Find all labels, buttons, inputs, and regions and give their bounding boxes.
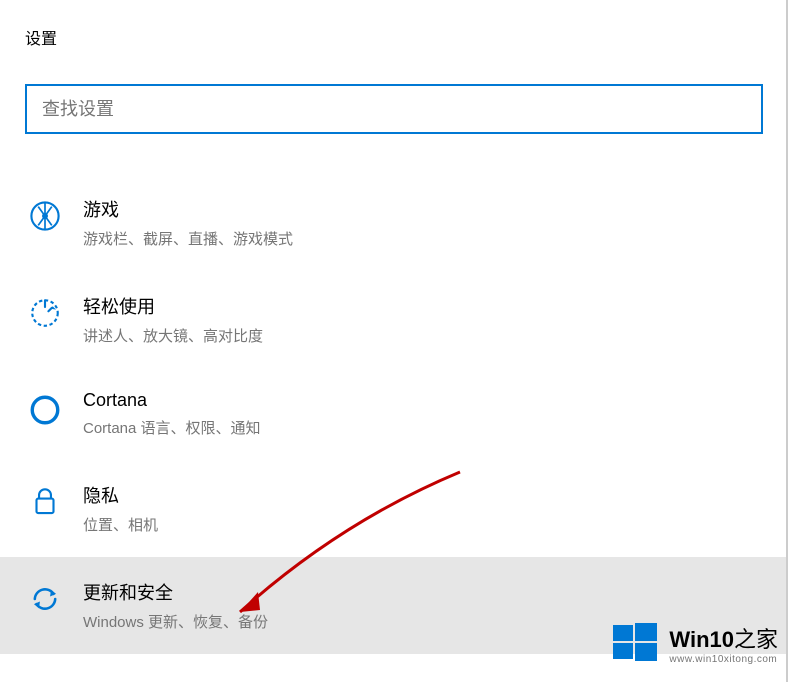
watermark-url: www.win10xitong.com	[669, 654, 778, 665]
setting-title: 轻松使用	[83, 293, 263, 319]
setting-desc: 位置、相机	[83, 514, 158, 535]
search-input[interactable]	[25, 84, 763, 134]
setting-title: 更新和安全	[83, 579, 268, 605]
watermark-title: Win10之家	[669, 622, 778, 654]
privacy-icon	[25, 482, 65, 522]
setting-title: Cortana	[83, 390, 261, 411]
header: 设置	[0, 0, 788, 49]
watermark-text: Win10之家 www.win10xitong.com	[669, 622, 778, 665]
setting-item-ease-of-access[interactable]: 轻松使用 讲述人、放大镜、高对比度	[0, 271, 788, 368]
setting-title: 游戏	[83, 196, 293, 222]
setting-title: 隐私	[83, 482, 158, 508]
setting-text: 游戏 游戏栏、截屏、直播、游戏模式	[83, 196, 293, 249]
settings-list: 游戏 游戏栏、截屏、直播、游戏模式 轻松使用 讲述人、放大镜、高对比度 Cort…	[0, 174, 788, 654]
setting-item-privacy[interactable]: 隐私 位置、相机	[0, 460, 788, 557]
ease-of-access-icon	[25, 293, 65, 333]
setting-desc: 游戏栏、截屏、直播、游戏模式	[83, 228, 293, 249]
setting-item-gaming[interactable]: 游戏 游戏栏、截屏、直播、游戏模式	[0, 174, 788, 271]
cortana-icon	[25, 390, 65, 430]
gaming-icon	[25, 196, 65, 236]
setting-text: 更新和安全 Windows 更新、恢复、备份	[83, 579, 268, 632]
setting-desc: Windows 更新、恢复、备份	[83, 611, 268, 632]
setting-text: 隐私 位置、相机	[83, 482, 158, 535]
watermark: Win10之家 www.win10xitong.com	[611, 619, 778, 667]
setting-text: 轻松使用 讲述人、放大镜、高对比度	[83, 293, 263, 346]
setting-text: Cortana Cortana 语言、权限、通知	[83, 390, 261, 438]
setting-item-cortana[interactable]: Cortana Cortana 语言、权限、通知	[0, 368, 788, 460]
windows-logo-icon	[611, 619, 659, 667]
setting-desc: 讲述人、放大镜、高对比度	[83, 325, 263, 346]
setting-desc: Cortana 语言、权限、通知	[83, 417, 261, 438]
update-icon	[25, 579, 65, 619]
search-container	[25, 84, 763, 134]
page-title: 设置	[25, 25, 788, 49]
